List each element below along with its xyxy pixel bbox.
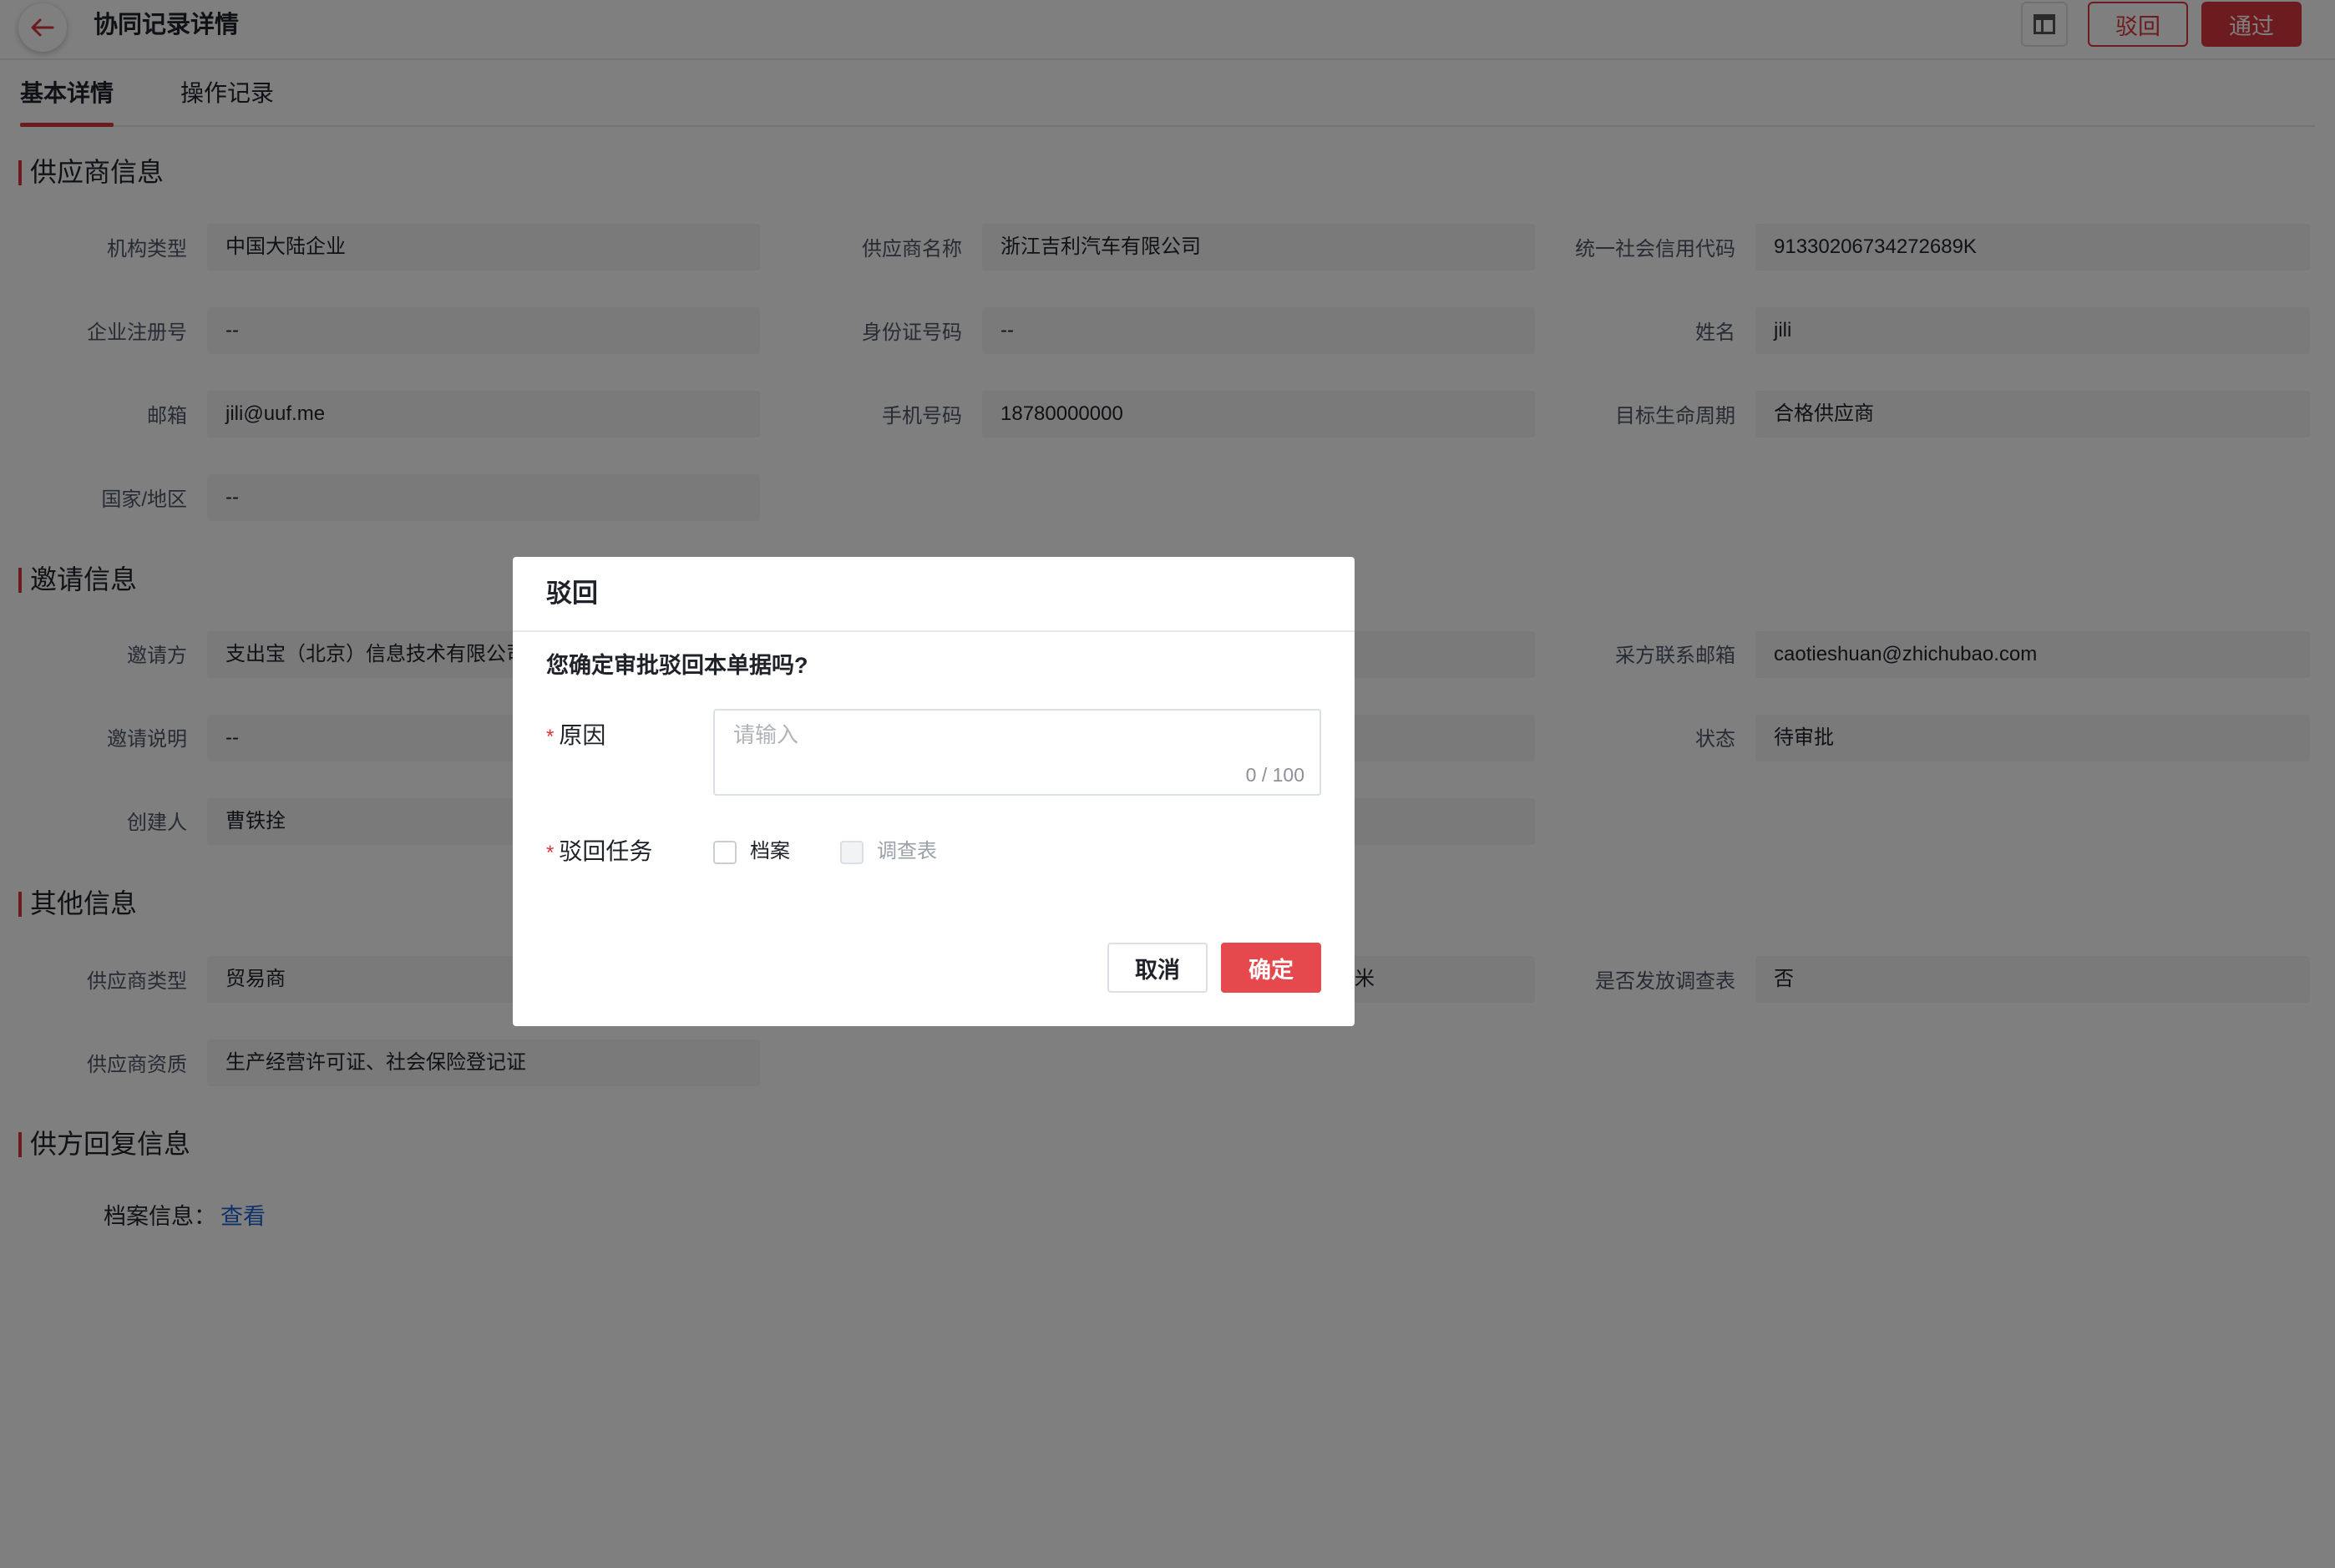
reason-label-text: 原因 [559,722,606,748]
dialog-header: 驳回 [513,557,1355,632]
checkbox-survey [840,841,864,864]
task-label: * 驳回任务 [546,837,652,868]
cancel-button[interactable]: 取消 [1107,943,1208,993]
dialog-question: 您确定审批驳回本单据吗? [546,653,808,678]
checkbox-archive[interactable] [713,841,737,864]
reason-counter: 0 / 100 [1245,764,1304,786]
reason-placeholder: 请输入 [733,722,799,747]
required-mark: * [546,726,555,748]
reason-textarea[interactable]: 请输入 0 / 100 [713,709,1321,796]
checkbox-archive-label[interactable]: 档案 [750,837,790,866]
task-label-text: 驳回任务 [559,838,653,864]
reason-label: * 原因 [546,721,605,752]
dialog-title: 驳回 [546,579,598,608]
checkbox-survey-label: 调查表 [877,840,937,862]
confirm-button[interactable]: 确定 [1221,943,1321,993]
reject-dialog: 驳回 您确定审批驳回本单据吗? * 原因 请输入 0 / 100 * 驳回任务 档案… [513,557,1355,1026]
required-mark-task: * [546,842,555,864]
